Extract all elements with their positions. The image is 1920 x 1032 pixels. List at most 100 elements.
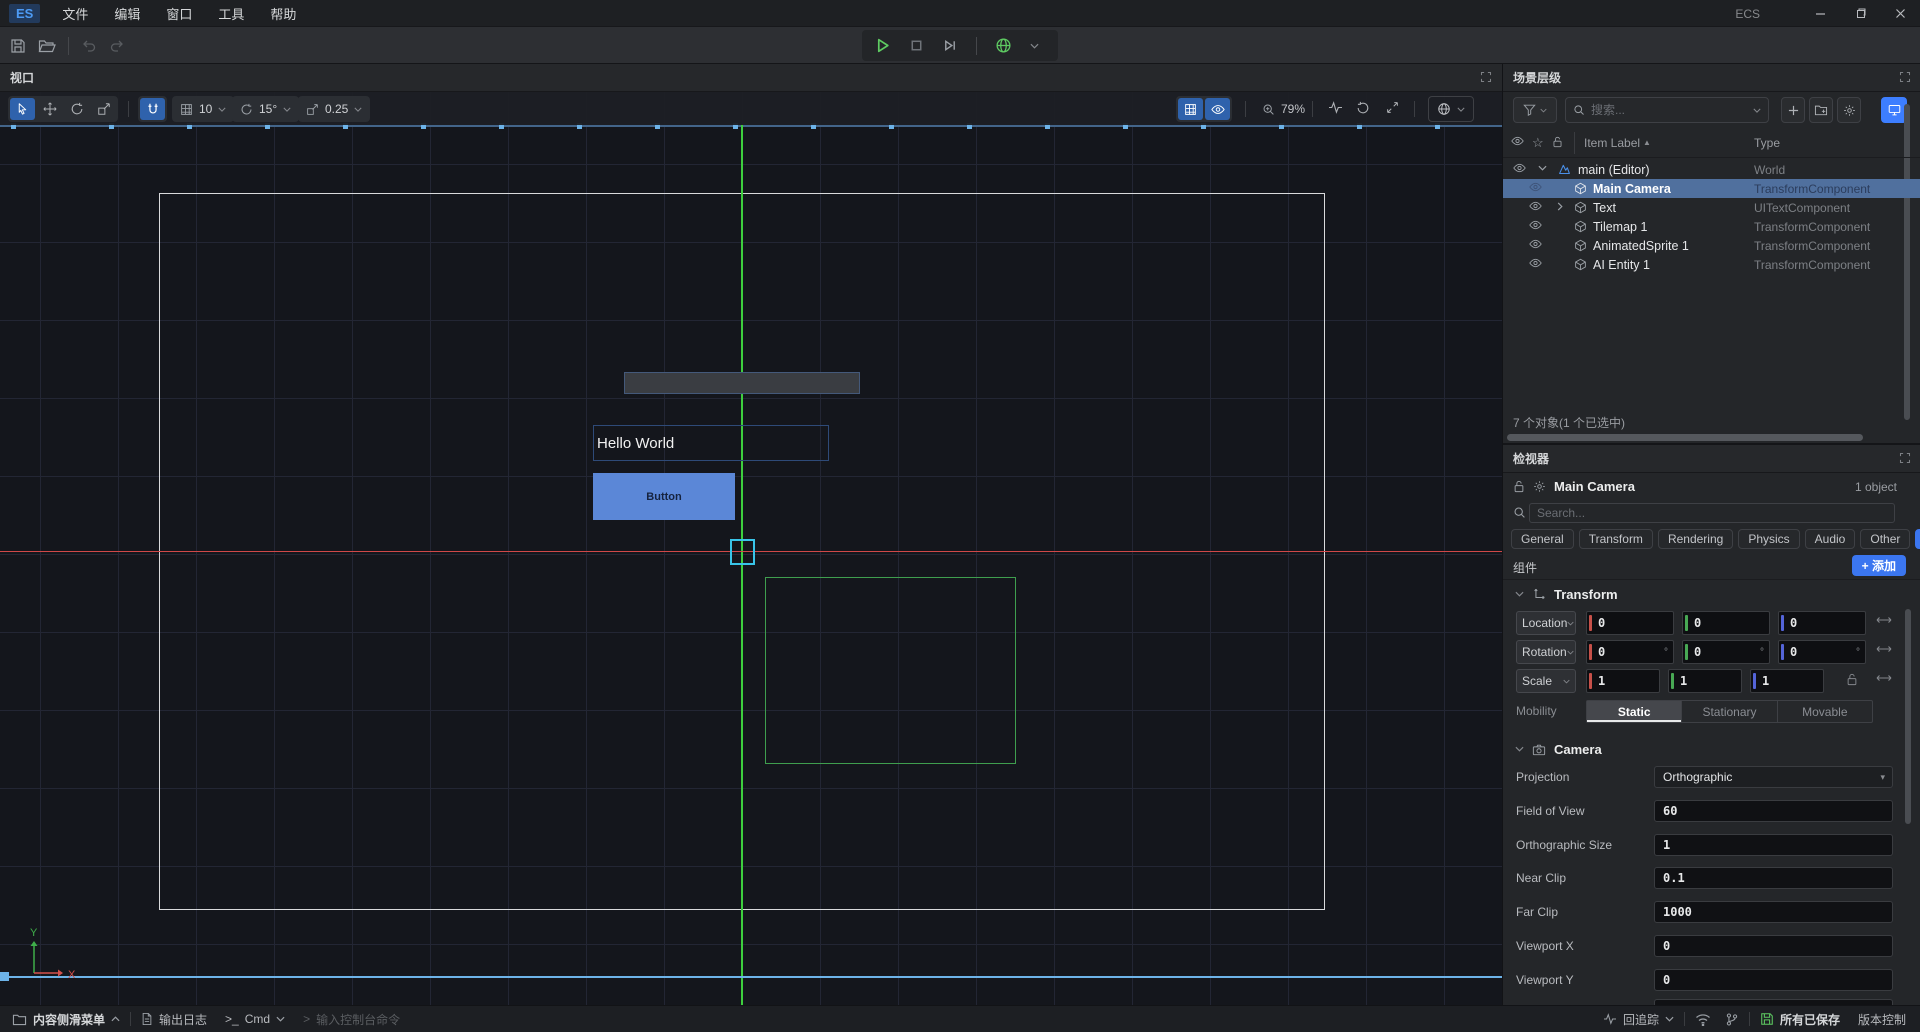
scene-canvas[interactable]: Hello World Button Y X [0,92,1502,1005]
selection-handle[interactable] [0,972,9,981]
tab-audio[interactable]: Audio [1805,529,1856,549]
hierarchy-search[interactable] [1565,97,1769,123]
tab-general[interactable]: General [1511,529,1574,549]
save-icon[interactable] [10,38,26,54]
gear-icon[interactable] [1533,480,1546,493]
far-clip-input[interactable]: 1000 [1654,901,1893,923]
tab-transform[interactable]: Transform [1579,529,1653,549]
new-folder-button[interactable] [1809,97,1833,123]
expand-panel-icon[interactable] [1480,71,1492,83]
rotation-z-field[interactable]: 0° [1778,640,1866,664]
filter-button[interactable] [1513,97,1557,123]
tree-row-text[interactable]: Text UITextComponent [1503,198,1920,217]
location-z-field[interactable]: 0 [1778,611,1866,635]
lock-column-icon[interactable] [1552,136,1563,148]
location-x-field[interactable]: 0 [1586,611,1674,635]
output-log-button[interactable]: 输出日志 [141,1011,207,1028]
link-axes-icon[interactable] [1876,644,1892,654]
step-icon[interactable] [942,38,958,53]
transform-section-header[interactable]: Transform [1503,580,1920,608]
column-type[interactable]: Type [1754,136,1780,150]
stop-icon[interactable] [909,38,924,53]
camera-section-header[interactable]: Camera [1503,735,1920,763]
rotation-snap-dropdown[interactable]: 15° [232,96,299,122]
reset-view-icon[interactable] [1356,101,1370,115]
favorite-column-icon[interactable]: ☆ [1532,135,1544,151]
expand-panel-icon[interactable] [1899,71,1911,83]
backtrace-dropdown[interactable]: 回追踪 [1603,1011,1674,1028]
git-branch-icon[interactable] [1725,1012,1739,1027]
network-icon[interactable] [1695,1013,1711,1026]
tree-row-tilemap[interactable]: Tilemap 1 TransformComponent [1503,217,1920,236]
mobility-movable[interactable]: Movable [1778,701,1872,722]
redo-icon[interactable] [109,38,125,53]
lock-scale-icon[interactable] [1846,673,1858,686]
scale-z-field[interactable]: 1 [1750,669,1824,693]
tab-all[interactable]: All [1915,529,1920,549]
eye-icon[interactable] [1529,220,1542,230]
visibility-column-icon[interactable] [1511,136,1524,146]
snap-tool-button[interactable] [140,98,165,120]
tree-row-main[interactable]: main (Editor) World [1503,160,1920,179]
viewport-x-input[interactable]: 0 [1654,935,1893,957]
tab-physics[interactable]: Physics [1738,529,1799,549]
ui-text-element[interactable]: Hello World [593,425,829,461]
chevron-down-icon[interactable] [1538,165,1547,171]
eye-icon[interactable] [1513,163,1526,173]
rotation-dropdown[interactable]: Rotation [1516,640,1576,664]
expand-panel-icon[interactable] [1899,452,1911,464]
ui-slider-element[interactable] [624,372,860,394]
rotate-tool-button[interactable] [64,98,89,120]
mobility-stationary[interactable]: Stationary [1682,701,1777,722]
scale-x-field[interactable]: 1 [1586,669,1660,693]
scale-dropdown[interactable]: Scale [1516,669,1576,693]
move-tool-button[interactable] [37,98,62,120]
play-icon[interactable] [874,37,891,54]
mobility-static[interactable]: Static [1587,701,1682,722]
cmd-dropdown[interactable]: >_ Cmd [225,1012,285,1026]
tab-other[interactable]: Other [1860,529,1910,549]
eye-icon[interactable] [1529,239,1542,249]
world-dropdown[interactable] [1428,96,1474,122]
open-folder-icon[interactable] [38,38,56,54]
tree-row-ai-entity[interactable]: AI Entity 1 TransformComponent [1503,255,1920,274]
save-status[interactable]: 所有已保存 [1760,1011,1840,1028]
chevron-down-icon[interactable] [1030,43,1039,49]
field-of-view-input[interactable]: 60 [1654,800,1893,822]
visibility-toggle-button[interactable] [1205,98,1230,120]
lock-icon[interactable] [1513,480,1525,493]
menu-tools[interactable]: 工具 [218,4,244,23]
eye-icon[interactable] [1529,258,1542,268]
chevron-right-icon[interactable] [1557,202,1563,211]
add-component-button[interactable]: + 添加 [1852,555,1906,576]
grid-snap-dropdown[interactable]: 10 [172,96,234,122]
rotation-x-field[interactable]: 0° [1586,640,1674,664]
maximize-button[interactable] [1840,0,1880,27]
close-button[interactable] [1880,0,1920,27]
add-entity-button[interactable] [1781,97,1805,123]
menu-file[interactable]: 文件 [62,4,88,23]
grid-toggle-button[interactable] [1178,98,1203,120]
zoom-level[interactable]: 79% [1262,96,1305,122]
eye-icon[interactable] [1529,182,1542,192]
menu-window[interactable]: 窗口 [166,4,192,23]
ui-button-element[interactable]: Button [593,473,735,520]
projection-dropdown[interactable]: Orthographic ▾ [1654,766,1893,788]
rotation-y-field[interactable]: 0° [1682,640,1770,664]
menu-help[interactable]: 帮助 [270,4,296,23]
orthographic-size-input[interactable]: 1 [1654,834,1893,856]
camera-selection-box[interactable] [730,539,755,565]
scale-tool-button[interactable] [91,98,116,120]
minimize-button[interactable] [1800,0,1840,27]
menu-edit[interactable]: 编辑 [114,4,140,23]
scale-y-field[interactable]: 1 [1668,669,1742,693]
version-control-button[interactable]: 版本控制 [1858,1011,1906,1028]
hierarchy-search-input[interactable] [1591,103,1747,117]
scale-snap-dropdown[interactable]: 0.25 [298,96,370,122]
column-item-label[interactable]: Item Label [1584,136,1640,150]
tree-row-main-camera[interactable]: Main Camera TransformComponent [1503,179,1920,198]
undo-icon[interactable] [81,38,97,53]
sort-ascending-icon[interactable]: ▲ [1643,138,1651,147]
link-axes-icon[interactable] [1876,615,1892,625]
eye-icon[interactable] [1529,201,1542,211]
